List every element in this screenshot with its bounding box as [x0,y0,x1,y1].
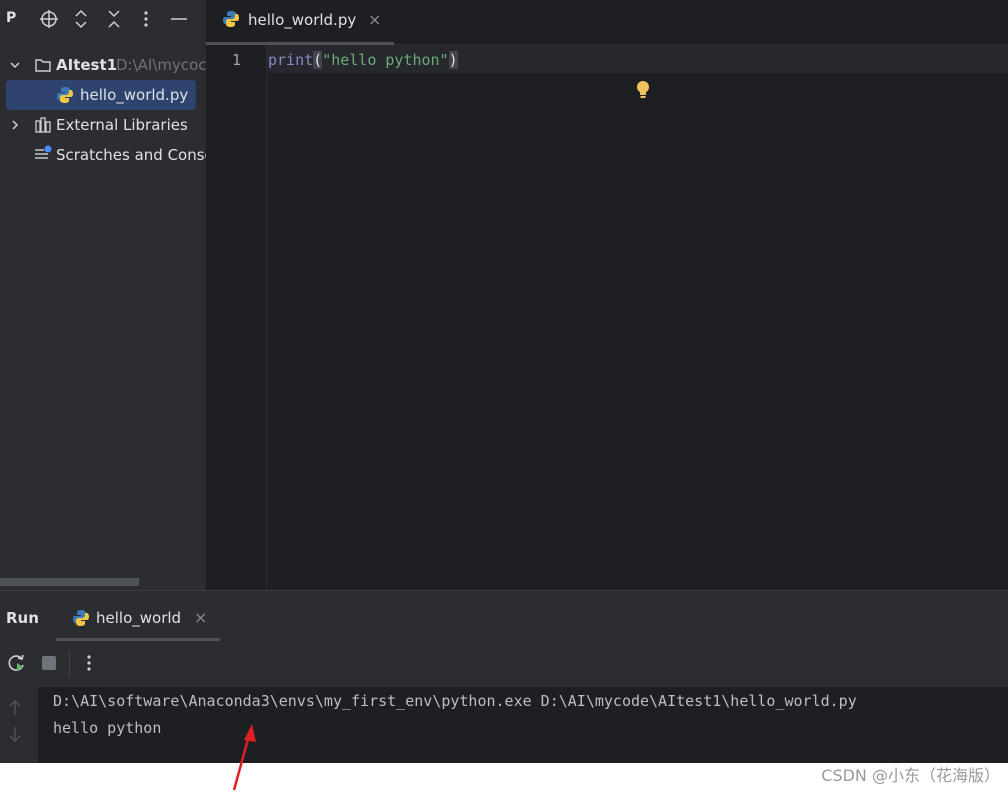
editor-tab-bar: hello_world.py × [206,0,1008,45]
scratches-label: Scratches and Conso [56,146,206,164]
collapse-all-icon[interactable] [102,7,126,31]
line-number: 1 [232,51,242,69]
line-number-gutter[interactable]: 1 [206,45,267,590]
console-gutter [0,687,38,763]
project-toolbar: P [0,0,206,38]
console-output[interactable]: D:\AI\software\Anaconda3\envs\my_first_e… [38,687,1008,763]
code-line[interactable]: print("hello python") [268,51,458,69]
tree-item-scratches[interactable]: Scratches and Conso [0,140,206,170]
watermark: CSDN @小东（花海版） [821,766,1000,785]
stop-icon[interactable] [41,655,57,671]
console-line-command: D:\AI\software\Anaconda3\envs\my_first_e… [53,692,857,710]
code-keyword: print [268,51,314,69]
tab-label: hello_world.py [248,11,357,29]
run-tab-hello-world[interactable]: hello_world × [56,603,220,641]
run-panel: Run hello_world × D:\AI\software\Anacond… [0,590,1008,763]
project-panel-title[interactable]: P [6,10,16,26]
editor-area[interactable]: hello_world.py × 1 print("hello python") [206,0,1008,590]
code-close-paren: ) [448,51,458,69]
options-menu-icon[interactable] [134,7,158,31]
library-icon [35,117,51,133]
tab-close-icon[interactable]: × [368,10,381,29]
project-root-path: D:\AI\mycoc [116,56,206,74]
python-file-icon [57,87,73,103]
code-string: "hello python" [322,51,449,69]
toolbar-separator [69,651,70,677]
file-name: hello_world.py [80,86,189,104]
chevron-right-icon[interactable] [8,118,22,132]
tab-hello-world-py[interactable]: hello_world.py × [206,0,394,45]
expand-all-icon[interactable] [69,7,93,31]
tree-item-external-libraries[interactable]: External Libraries [0,110,206,140]
lightbulb-icon[interactable] [635,80,651,100]
more-options-icon[interactable] [86,654,92,672]
code-open-paren: ( [313,51,323,69]
run-panel-title: Run [6,609,39,627]
select-opened-file-icon[interactable] [37,7,61,31]
python-file-icon [223,11,239,27]
scroll-down-icon[interactable] [8,725,22,743]
run-toolbar [0,641,1008,687]
horizontal-scrollbar[interactable] [0,578,139,586]
scroll-up-icon[interactable] [8,699,22,717]
rerun-icon[interactable] [7,653,27,673]
folder-icon [35,59,51,72]
console-line-output: hello python [53,719,162,737]
python-run-icon [73,610,89,626]
scratches-icon [35,145,52,159]
project-root-name: AItest1 [56,56,118,74]
chevron-down-icon[interactable] [8,58,22,72]
hide-panel-icon[interactable] [167,7,191,31]
tree-item-hello-world[interactable]: hello_world.py [6,80,196,110]
run-tab-close-icon[interactable]: × [194,608,207,627]
external-libraries-label: External Libraries [56,116,188,134]
annotation-arrow [232,724,256,791]
run-tab-label: hello_world [96,609,182,627]
project-panel: P AItest1 D:\AI\mycoc hello_world.py Ext… [0,0,206,590]
tree-item-project-root[interactable]: AItest1 D:\AI\mycoc [0,50,206,80]
